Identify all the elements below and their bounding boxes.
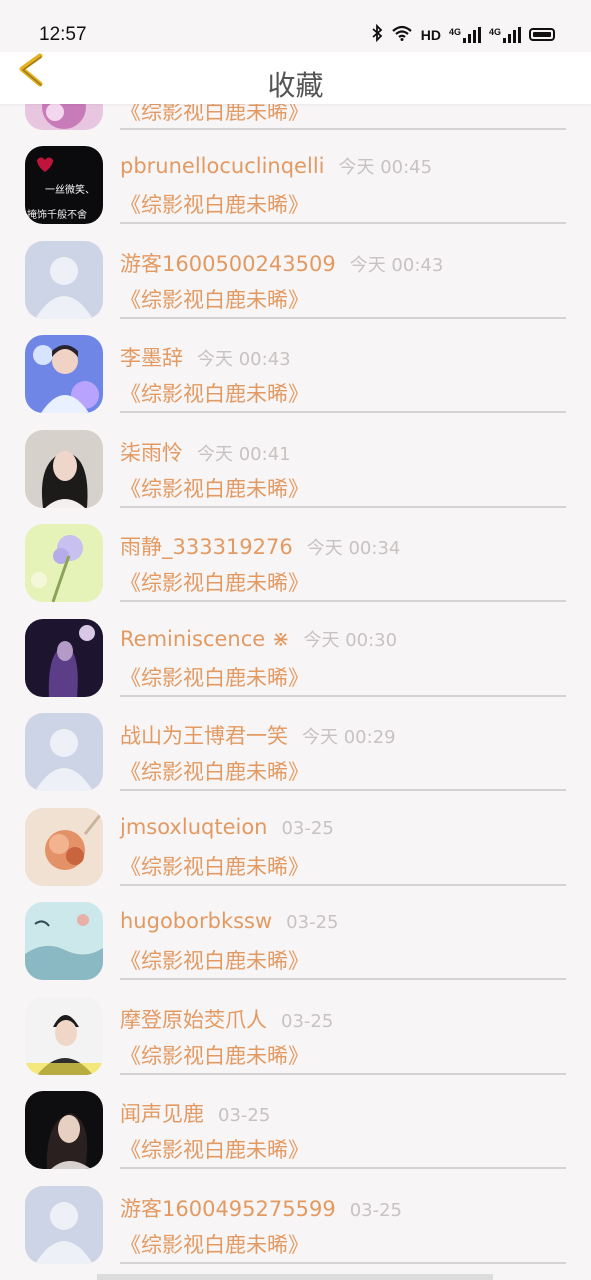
timestamp: 今天 00:43 (349, 254, 444, 276)
item-header: 柒雨怜 今天 00:41 (120, 437, 291, 467)
item-title[interactable]: 《综影视白鹿未晞》 (120, 1134, 309, 1164)
user-name[interactable]: 李墨辞 (120, 346, 183, 370)
user-name[interactable]: 游客1600495275599 (120, 1197, 336, 1221)
item-title[interactable]: 《综影视白鹿未晞》 (120, 851, 309, 881)
item-header: 游客1600500243509 今天 00:43 (120, 248, 443, 278)
list-item[interactable]: 游客1600500243509 今天 00:43 《综影视白鹿未晞》 (0, 236, 591, 331)
timestamp: 今天 00:30 (303, 629, 398, 651)
divider (120, 978, 566, 980)
avatar[interactable] (25, 1185, 103, 1264)
avatar[interactable] (25, 429, 103, 508)
avatar[interactable] (25, 524, 103, 602)
timestamp: 03-25 (281, 1010, 334, 1032)
item-title[interactable]: 《综影视白鹿未晞》 (120, 1229, 309, 1259)
divider (120, 694, 566, 697)
svg-text:掩饰千般不舍: 掩饰千般不舍 (27, 208, 87, 221)
timestamp: 今天 00:34 (306, 538, 401, 559)
item-header: 雨静_333319276 今天 00:34 (120, 531, 400, 561)
avatar[interactable] (25, 1091, 103, 1169)
item-title[interactable]: 《综影视白鹿未晞》 (120, 189, 309, 219)
item-header: 战山为王博君一笑 今天 00:29 (120, 720, 396, 750)
list-item[interactable]: 游客1600495275599 03-25 《综影视白鹿未晞》 (0, 1181, 591, 1276)
user-name[interactable]: hugoborbkssw (120, 909, 272, 933)
divider (120, 505, 566, 508)
timestamp: 今天 00:43 (197, 349, 291, 370)
divider (120, 316, 566, 319)
avatar[interactable] (25, 902, 103, 980)
item-title[interactable]: 《综影视白鹿未晞》 (120, 945, 309, 975)
svg-text:一丝微笑、: 一丝微笑、 (45, 183, 95, 196)
timestamp: 今天 00:29 (302, 727, 396, 748)
item-title[interactable]: 《综影视白鹿未晞》 (120, 567, 309, 597)
list-item[interactable]: Reminiscence ⋇ 今天 00:30 《综影视白鹿未晞》 (0, 614, 591, 709)
avatar[interactable] (25, 807, 103, 886)
user-name[interactable]: 战山为王博君一笑 (120, 724, 288, 748)
item-title[interactable]: 《综影视白鹿未晞》 (120, 756, 309, 786)
list-item[interactable]: 摩登原始茭爪人 03-25 《综影视白鹿未晞》 (0, 992, 591, 1087)
divider (120, 789, 566, 791)
item-title[interactable]: 《综影视白鹿未晞》 (120, 473, 309, 503)
item-title[interactable]: 《综影视白鹿未晞》 (120, 1040, 309, 1070)
timestamp: 今天 00:41 (197, 443, 291, 465)
user-name[interactable]: 闻声见鹿 (120, 1102, 204, 1126)
timestamp: 03-25 (218, 1105, 271, 1126)
user-name[interactable]: Reminiscence ⋇ (120, 627, 289, 651)
avatar[interactable] (25, 240, 103, 319)
nav-bar: 收藏 (0, 52, 591, 104)
user-name[interactable]: 摩登原始茭爪人 (120, 1008, 267, 1032)
item-header: 摩登原始茭爪人 03-25 (120, 1004, 333, 1034)
item-header: Reminiscence ⋇ 今天 00:30 (120, 626, 397, 652)
user-name[interactable]: 柒雨怜 (120, 441, 183, 465)
item-title[interactable]: 《综影视白鹿未晞》 (120, 284, 309, 314)
item-header: 游客1600495275599 03-25 (120, 1193, 402, 1223)
list-item[interactable]: 一丝微笑、掩饰千般不舍 pbrunellocuclinqelli 今天 00:45 《… (0, 141, 591, 236)
timestamp: 03-25 (349, 1199, 403, 1221)
timestamp: 03-25 (281, 817, 334, 839)
list-item[interactable]: 闻声见鹿 03-25 《综影视白鹿未晞》 (0, 1086, 591, 1181)
list-item[interactable]: 李墨辞 今天 00:43 《综影视白鹿未晞》 (0, 330, 591, 425)
avatar[interactable]: 一丝微笑、掩饰千般不舍 (25, 146, 103, 224)
item-title[interactable]: 《综影视白鹿未晞》 (120, 662, 309, 692)
user-name[interactable]: 游客1600500243509 (120, 252, 336, 276)
item-header: pbrunellocuclinqelli 今天 00:45 (120, 153, 432, 179)
list-item[interactable]: hugoborbkssw 03-25 《综影视白鹿未晞》 (0, 897, 591, 992)
divider (120, 411, 566, 413)
item-header: hugoborbkssw 03-25 (120, 909, 338, 933)
timestamp: 03-25 (286, 912, 339, 933)
list-item[interactable]: 战山为王博君一笑 今天 00:29 《综影视白鹿未晞》 (0, 708, 591, 803)
user-name[interactable]: pbrunellocuclinqelli (120, 154, 324, 178)
item-header: 闻声见鹿 03-25 (120, 1098, 270, 1128)
list-item[interactable]: 柒雨怜 今天 00:41 《综影视白鹿未晞》 (0, 425, 591, 520)
avatar[interactable] (25, 996, 103, 1075)
divider (120, 1072, 566, 1075)
divider (120, 1261, 566, 1264)
timestamp: 今天 00:45 (338, 157, 433, 178)
page-title: 收藏 (267, 69, 324, 102)
item-title[interactable]: 《综影视白鹿未晞》 (120, 378, 309, 408)
list-item[interactable]: 雨静_333319276 今天 00:34 《综影视白鹿未晞》 (0, 519, 591, 614)
user-name[interactable]: 雨静_333319276 (120, 535, 293, 559)
favorites-list: 《综影视白鹿未晞》 一丝微笑、掩饰千般不舍 pbrunellocuclinqell… (0, 0, 591, 1280)
divider (120, 883, 566, 886)
divider (120, 128, 566, 130)
user-name[interactable]: jmsoxluqteion (120, 815, 267, 839)
divider (120, 1167, 566, 1169)
list-item[interactable]: jmsoxluqteion 03-25 《综影视白鹿未晞》 (0, 803, 591, 898)
item-header: jmsoxluqteion 03-25 (120, 815, 334, 839)
divider (120, 222, 566, 224)
scroll-indicator (97, 1274, 493, 1280)
item-header: 李墨辞 今天 00:43 (120, 342, 291, 372)
avatar[interactable] (25, 335, 103, 413)
avatar[interactable] (25, 713, 103, 791)
divider (120, 600, 566, 602)
avatar[interactable] (25, 618, 103, 697)
